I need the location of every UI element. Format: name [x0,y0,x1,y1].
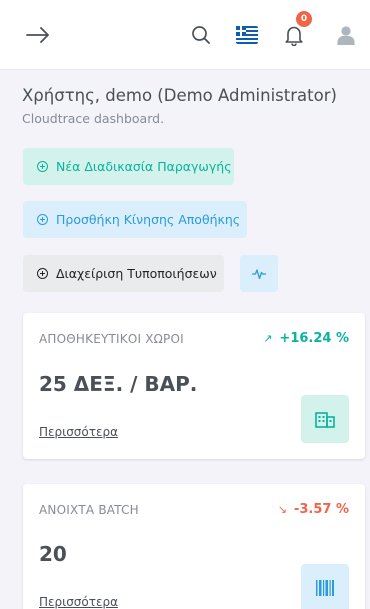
welcome-section: Χρήστης, demo (Demo Administrator) Cloud… [22,86,352,126]
user-icon[interactable] [331,0,361,70]
manage-standardizations-label: Διαχείριση Τυποποιήσεων [56,266,217,281]
card-change: ↘ -3.57 % [278,502,349,517]
card-change: ↗ +16.24 % [263,331,349,346]
welcome-greeting: Χρήστης, demo (Demo Administrator) [22,86,352,105]
open-batch-card: ΑΝΟΙΧΤΑ BATCH ↘ -3.57 % 20 Περισσότερα [23,484,365,609]
add-warehouse-movement-button[interactable]: Προσθήκη Κίνησης Αποθήκης [23,201,247,238]
card-value: 20 [39,542,67,566]
warehouse-icon [301,395,349,443]
card-title: ΑΠΟΘΗΚΕΥΤΙΚΟΙ ΧΩΡΟΙ [39,332,184,346]
arrow-up-right-icon: ↗ [263,332,273,345]
top-bar: 0 [0,0,370,70]
dashboard-subtitle: Cloudtrace dashboard. [22,111,165,126]
card-change-value: +16.24 % [279,331,349,346]
plus-circle-icon [37,214,48,225]
activity-button[interactable] [240,255,278,292]
card-change-value: -3.57 % [293,502,349,517]
arrow-right-icon[interactable] [22,0,54,70]
barcode-icon [301,564,349,609]
new-production-button[interactable]: Νέα Διαδικασία Παραγωγής [23,148,234,185]
arrow-down-right-icon: ↘ [277,503,287,516]
card-value: 25 ΔΕΞ. / ΒΑΡ. [39,372,198,396]
plus-circle-icon [37,268,48,279]
plus-circle-icon [37,161,48,172]
greeting-prefix: Χρήστης, [22,86,101,105]
new-production-label: Νέα Διαδικασία Παραγωγής [56,159,232,174]
user-name: demo (Demo Administrator) [105,86,337,105]
search-icon[interactable] [186,0,216,70]
add-warehouse-movement-label: Προσθήκη Κίνησης Αποθήκης [56,212,241,227]
more-link[interactable]: Περισσότερα [39,425,118,439]
storage-spaces-card: ΑΠΟΘΗΚΕΥΤΙΚΟΙ ΧΩΡΟΙ ↗ +16.24 % 25 ΔΕΞ. /… [23,313,365,459]
more-link[interactable]: Περισσότερα [39,595,118,609]
manage-standardizations-button[interactable]: Διαχείριση Τυποποιήσεων [23,255,224,292]
card-title: ΑΝΟΙΧΤΑ BATCH [39,503,139,517]
notification-count-badge: 0 [296,11,312,27]
pulse-icon [252,268,266,279]
greek-flag-icon[interactable] [232,0,262,70]
